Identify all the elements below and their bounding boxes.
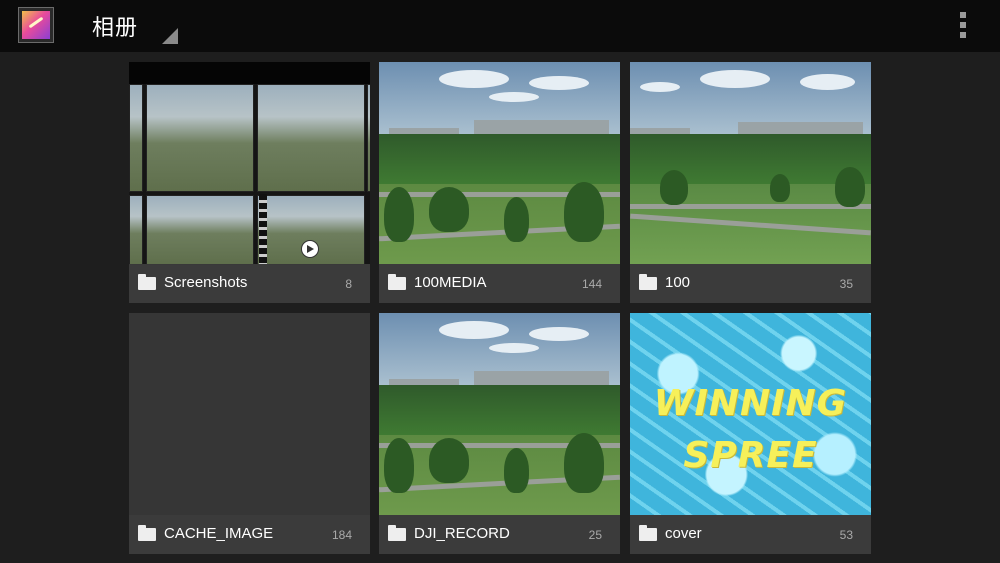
album-tile-100[interactable]: 100 35	[630, 62, 871, 303]
dropdown-indicator-icon[interactable]	[162, 28, 178, 44]
album-tile-dji-record[interactable]: DJI_RECORD 25	[379, 313, 620, 554]
folder-icon	[138, 274, 156, 290]
folder-icon	[138, 525, 156, 541]
page-title[interactable]: 相册	[92, 10, 138, 42]
play-icon	[301, 240, 319, 258]
album-thumbnail	[129, 62, 370, 265]
album-name: CACHE_IMAGE	[164, 525, 274, 542]
album-tile-cache-image[interactable]: CACHE_IMAGE 184	[129, 313, 370, 554]
album-thumbnail	[630, 62, 871, 264]
gallery-app-icon[interactable]	[18, 7, 54, 43]
album-thumbnail	[379, 62, 620, 264]
album-caption: 100 35	[630, 264, 871, 303]
album-tile-screenshots[interactable]: Screenshots 8	[129, 62, 370, 303]
album-caption: CACHE_IMAGE 184	[129, 515, 370, 554]
album-caption: DJI_RECORD 25	[379, 515, 620, 554]
cover-text-line2: SPREE	[683, 435, 818, 476]
album-count: 8	[345, 277, 352, 291]
album-count: 184	[331, 528, 352, 542]
folder-icon	[639, 274, 657, 290]
album-thumbnail	[379, 313, 620, 515]
album-tile-cover[interactable]: WINNING SPREE cover 53	[630, 313, 871, 554]
album-count: 53	[839, 528, 853, 542]
cover-text-line1: WINNING	[653, 383, 848, 424]
album-name: 100	[665, 274, 691, 291]
album-name: 100MEDIA	[414, 274, 487, 291]
album-count: 35	[839, 277, 853, 291]
album-caption: Screenshots 8	[129, 264, 370, 303]
folder-icon	[388, 525, 406, 541]
overflow-menu-icon[interactable]	[956, 12, 970, 42]
folder-icon	[639, 525, 657, 541]
album-caption: 100MEDIA 144	[379, 264, 620, 303]
album-caption: cover 53	[630, 515, 871, 554]
album-count: 144	[581, 277, 602, 291]
action-bar: 相册	[0, 0, 1000, 52]
album-thumbnail: WINNING SPREE	[630, 313, 871, 515]
folder-icon	[388, 274, 406, 290]
album-name: cover	[665, 525, 702, 542]
album-tile-100media[interactable]: 100MEDIA 144	[379, 62, 620, 303]
album-name: DJI_RECORD	[414, 525, 510, 542]
album-count: 25	[588, 528, 602, 542]
album-name: Screenshots	[164, 274, 248, 291]
